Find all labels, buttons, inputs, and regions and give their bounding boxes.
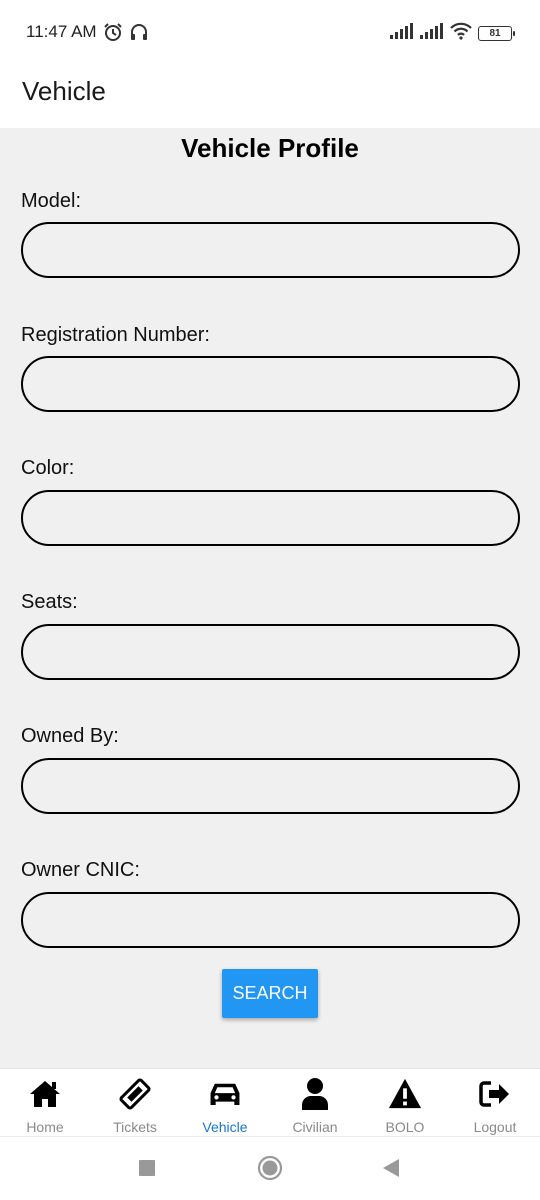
warning-icon [388,1077,422,1111]
status-bar: 11:47 AM 81 [0,0,540,62]
seats-label: Seats: [21,591,78,613]
user-icon [298,1077,332,1111]
bottom-nav: Home Tickets Vehicle Civilian BOLO Logou… [0,1068,540,1136]
battery-icon: 81 [478,26,515,41]
nav-label-logout: Logout [473,1119,517,1135]
nav-item-civilian[interactable]: Civilian [270,1069,360,1137]
nav-item-bolo[interactable]: BOLO [360,1069,450,1137]
vehicle-profile-form: Vehicle Profile Model: Registration Numb… [0,128,540,1068]
system-nav-bar [0,1136,540,1200]
color-input[interactable] [21,490,520,546]
nav-label-home: Home [26,1119,64,1135]
battery-level: 81 [489,28,501,39]
ticket-icon [118,1077,152,1111]
nav-label-civilian: Civilian [292,1119,338,1135]
wifi-icon [450,22,472,45]
search-button[interactable]: SEARCH [222,969,318,1018]
registration-number-label: Registration Number: [21,324,210,346]
home-button[interactable] [257,1155,283,1186]
back-button[interactable] [381,1158,401,1183]
nav-item-vehicle[interactable]: Vehicle [180,1069,270,1137]
home-icon [28,1077,62,1111]
nav-label-tickets: Tickets [113,1119,157,1135]
page-title: Vehicle Profile [181,133,359,163]
model-input[interactable] [21,222,520,278]
owner-cnic-input[interactable] [21,892,520,948]
owned-by-input[interactable] [21,758,520,814]
registration-number-input[interactable] [21,356,520,412]
signal-icon [390,23,414,44]
signal-icon [420,23,444,44]
color-label: Color: [21,457,75,479]
headphones-icon [129,22,149,47]
nav-label-bolo: BOLO [385,1119,425,1135]
alarm-icon [103,22,123,47]
nav-item-tickets[interactable]: Tickets [90,1069,180,1137]
recent-apps-button[interactable] [138,1159,156,1182]
model-label: Model: [21,190,82,212]
owner-cnic-label: Owner CNIC: [21,859,140,881]
status-time: 11:47 AM [26,22,97,41]
logout-icon [478,1077,512,1111]
nav-label-vehicle: Vehicle [202,1119,248,1135]
app-header: Vehicle [0,62,540,128]
owned-by-label: Owned By: [21,725,119,747]
nav-item-home[interactable]: Home [0,1069,90,1137]
seats-input[interactable] [21,624,520,680]
nav-item-logout[interactable]: Logout [450,1069,540,1137]
header-title: Vehicle [22,76,106,106]
car-icon [208,1077,242,1111]
